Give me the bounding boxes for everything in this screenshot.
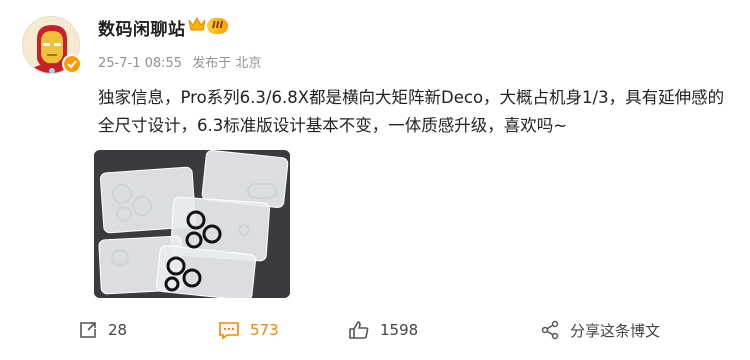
avatar[interactable]: [22, 16, 82, 74]
share-button[interactable]: 分享这条博文: [540, 316, 660, 344]
share-icon: [541, 320, 559, 340]
repost-button[interactable]: 28: [78, 316, 127, 344]
post-text: 独家信息，Pro系列6.3/6.8X都是横向大矩阵新Deco，大概占机身1/3，…: [98, 88, 725, 135]
username[interactable]: 数码闲聊站: [98, 15, 186, 40]
post-location: 发布于 北京: [192, 56, 262, 71]
share-label: 分享这条博文: [570, 321, 661, 340]
comment-button[interactable]: 573: [218, 316, 279, 344]
repost-icon: [80, 322, 96, 338]
comment-count: 573: [250, 321, 279, 339]
like-button[interactable]: 1598: [348, 316, 418, 344]
crown-icon: [188, 16, 206, 36]
verified-badge-icon: [62, 54, 82, 74]
post-time[interactable]: 25-7-1 08:55: [98, 56, 182, 71]
action-bar: 28 573 1598 分享这条博文: [0, 316, 750, 346]
member-level-badge[interactable]: III: [207, 18, 229, 34]
weibo-post-card: 数码闲聊站 III 25-7-1 08:55 发布于 北京 独家信息，Pro系列…: [0, 0, 750, 360]
like-count: 1598: [380, 321, 419, 339]
repost-count: 28: [108, 321, 128, 339]
like-icon: [349, 321, 369, 339]
post-meta: 25-7-1 08:55 发布于 北京: [98, 52, 267, 71]
comment-icon: [219, 322, 239, 340]
post-image[interactable]: [94, 150, 290, 298]
